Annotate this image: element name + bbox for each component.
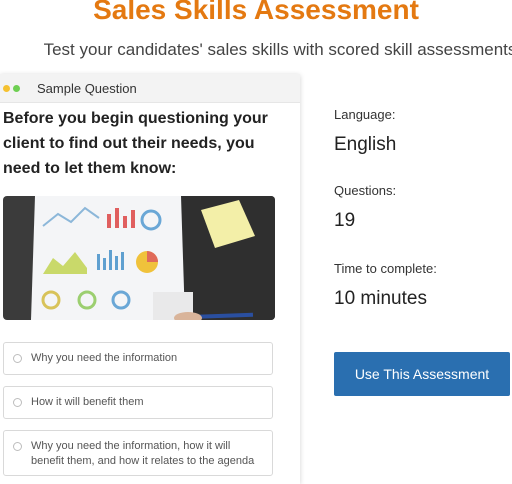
page-title: Sales Skills Assessment	[93, 0, 419, 25]
answer-option-3[interactable]: Why you need the information, how it wil…	[3, 430, 273, 476]
time-value: 10 minutes	[334, 288, 427, 309]
page-subtitle: Test your candidates' sales skills with …	[43, 40, 512, 59]
question-text: Before you begin questioning your client…	[3, 110, 268, 177]
card-header: Sample Question	[0, 74, 300, 103]
green-dot-icon	[13, 84, 20, 92]
radio-button[interactable]	[13, 442, 22, 451]
answer-option-2-label: How it will benefit them	[31, 396, 144, 408]
sample-question-card: Sample Question Before you begin questio…	[0, 74, 300, 484]
language-label: Language:	[334, 107, 396, 122]
use-assessment-button[interactable]: Use This Assessment	[334, 352, 510, 396]
questions-label: Questions:	[334, 183, 397, 198]
radio-button[interactable]	[13, 398, 22, 407]
answer-option-1-label: Why you need the information	[31, 352, 178, 364]
card-header-label: Sample Question	[37, 80, 137, 96]
time-label: Time to complete:	[334, 261, 437, 276]
language-value: English	[334, 134, 397, 155]
questions-value: 19	[334, 210, 356, 231]
question-image	[3, 196, 275, 320]
answer-option-3-label: Why you need the information, how it wil…	[31, 440, 255, 467]
answer-option-1[interactable]: Why you need the information	[3, 342, 273, 375]
yellow-dot-icon	[3, 84, 10, 92]
answer-option-2[interactable]: How it will benefit them	[3, 386, 273, 419]
radio-button[interactable]	[13, 354, 22, 363]
